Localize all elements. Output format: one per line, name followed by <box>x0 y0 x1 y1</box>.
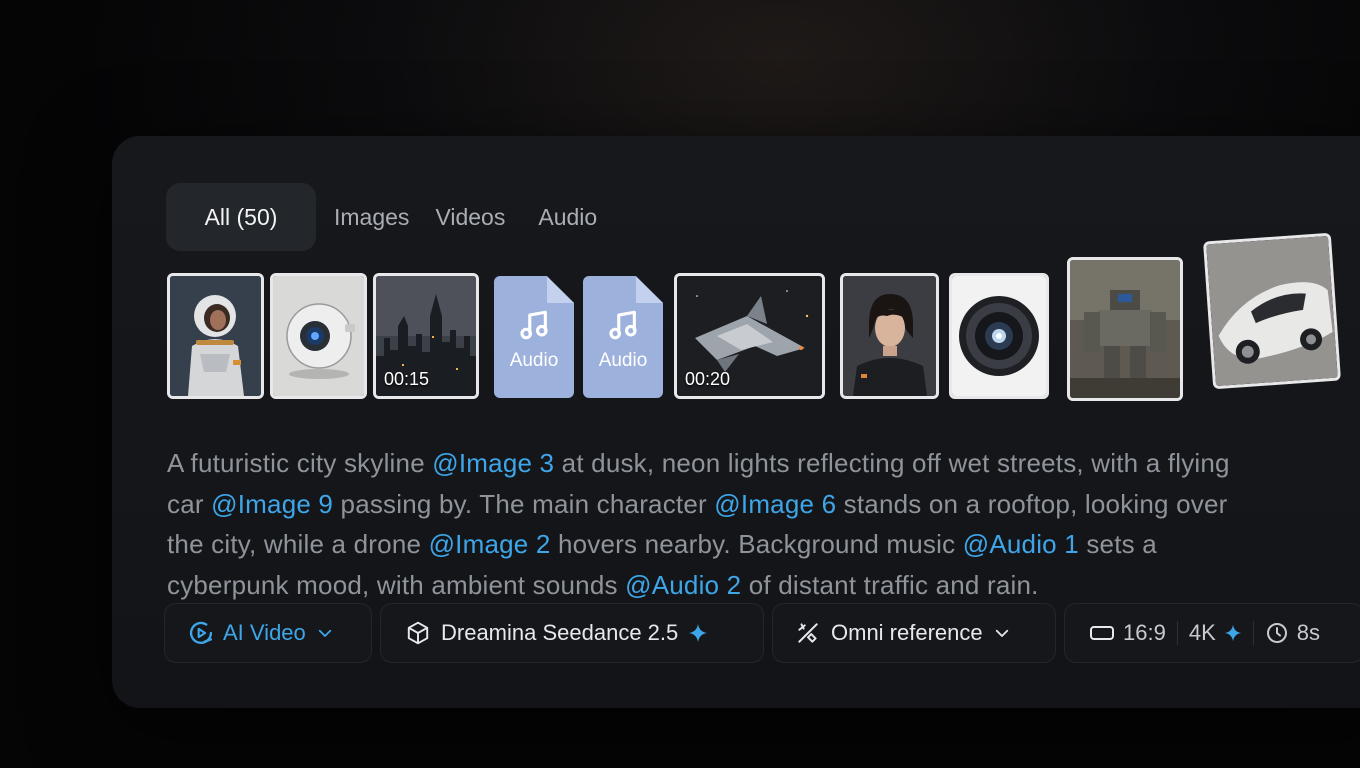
prompt-text-segment: cyberpunk mood, with ambient sounds <box>167 569 626 600</box>
mention-image-3[interactable]: @Image 3 <box>432 448 554 478</box>
magic-wand-icon <box>798 623 818 643</box>
chevron-down-icon <box>318 629 331 637</box>
drone-image <box>273 276 364 396</box>
prompt-line: the city, while a drone @Image 2 hovers … <box>167 524 1360 565</box>
divider <box>1252 621 1254 645</box>
duration-value: 8s <box>1296 620 1320 645</box>
audio-label: Audio <box>598 350 648 371</box>
prompt-text-segment: of distant traffic and rain. <box>741 569 1039 600</box>
audio-label: Audio <box>509 350 559 371</box>
aspect-ratio-value: 16:9 <box>1123 620 1166 645</box>
output-settings[interactable]: 16:9 4K 8s <box>1064 603 1360 663</box>
tab-all[interactable]: All (50) <box>166 183 316 251</box>
woman-portrait-image <box>843 276 936 396</box>
video-duration: 00:20 <box>685 369 731 389</box>
reference-label: Omni reference <box>831 620 983 645</box>
battle-mech-image <box>1070 260 1180 398</box>
prompt-text-segment: passing by. The main character <box>333 488 715 519</box>
thumbnail-drone[interactable] <box>270 273 367 399</box>
prompt-text-segment: A futuristic city skyline <box>167 448 433 478</box>
tab-images[interactable]: Images <box>334 204 409 231</box>
model-selector[interactable]: Dreamina Seedance 2.5 <box>380 603 764 663</box>
aspect-ratio-icon <box>1090 626 1114 640</box>
chevron-down-icon <box>995 629 1008 637</box>
futuristic-car-image <box>1206 235 1338 387</box>
thumbnail-lens[interactable] <box>949 273 1049 399</box>
prompt-line: car @Image 9 passing by. The main charac… <box>167 484 1360 525</box>
tab-audio[interactable]: Audio <box>538 204 597 231</box>
reference-dropdown[interactable]: Omni reference <box>772 603 1056 663</box>
thumbnail-astronaut[interactable] <box>167 273 264 399</box>
sparkle-icon <box>1224 624 1241 642</box>
prompt-text-segment: the city, while a drone <box>167 529 429 559</box>
thumbnail-car[interactable] <box>1202 232 1342 390</box>
music-note-icon <box>609 310 637 340</box>
thumbnail-city-video[interactable]: 00:15 <box>373 273 479 399</box>
astronaut-image <box>170 276 261 396</box>
model-label: Dreamina Seedance 2.5 <box>441 620 679 645</box>
thumbnail-mech[interactable] <box>1067 257 1183 401</box>
thumbnail-audio-2[interactable]: Audio <box>583 276 663 398</box>
mention-image-2[interactable]: @Image 2 <box>429 529 551 559</box>
music-note-icon <box>520 310 548 340</box>
media-tabs: All (50) Images Videos Audio <box>166 183 597 251</box>
prompt-text-segment: at dusk, neon lights reflecting off wet … <box>554 448 1230 478</box>
mention-audio-1[interactable]: @Audio 1 <box>963 529 1079 559</box>
mention-image-6[interactable]: @Image 6 <box>714 489 836 519</box>
video-play-icon <box>189 621 213 644</box>
prompt-text-segment: stands on a rooftop, looking over <box>836 488 1228 519</box>
mechanical-eye-image <box>952 276 1046 396</box>
prompt-text-segment: car <box>167 488 212 519</box>
sparkle-icon <box>689 623 708 643</box>
mode-dropdown[interactable]: AI Video <box>164 603 372 663</box>
prompt-line: A futuristic city skyline @Image 3 at du… <box>167 443 1360 484</box>
resolution-value: 4K <box>1188 620 1216 645</box>
prompt-line: cyberpunk mood, with ambient sounds @Aud… <box>167 565 1360 606</box>
prompt-text-segment: sets a <box>1078 529 1157 559</box>
divider <box>1176 621 1178 645</box>
prompt-text[interactable]: A futuristic city skyline @Image 3 at du… <box>167 443 1360 606</box>
mode-label: AI Video <box>223 620 306 645</box>
thumbnail-spaceship-video[interactable]: 00:20 <box>674 273 825 399</box>
tab-videos[interactable]: Videos <box>435 204 505 231</box>
prompt-text-segment: hovers nearby. Background music <box>550 529 963 559</box>
mention-audio-2[interactable]: @Audio 2 <box>625 570 741 600</box>
cube-icon <box>407 621 429 645</box>
thumbnail-woman[interactable] <box>840 273 939 399</box>
clock-icon <box>1266 623 1287 643</box>
thumbnail-audio-1[interactable]: Audio <box>494 276 574 398</box>
mention-image-9[interactable]: @Image 9 <box>211 489 333 519</box>
video-duration: 00:15 <box>384 369 430 389</box>
